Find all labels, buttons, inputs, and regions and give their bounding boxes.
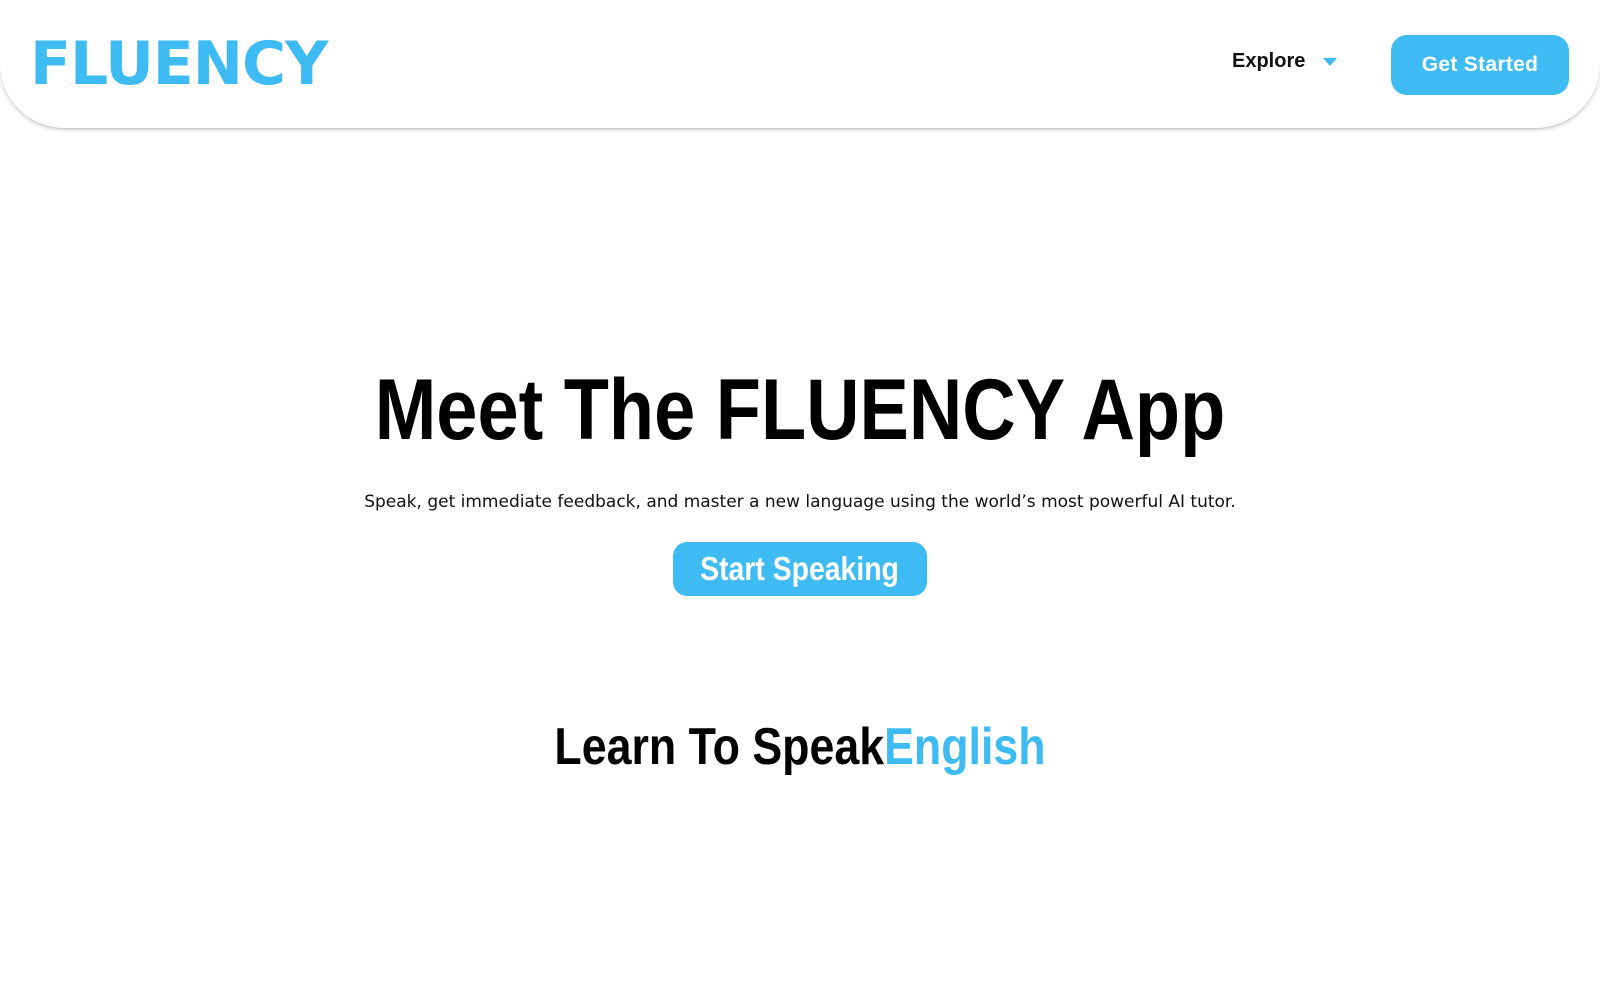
get-started-button[interactable]: Get Started [1391, 35, 1569, 95]
hero-subtitle: Speak, get immediate feedback, and maste… [364, 492, 1236, 512]
hero-title: Meet The FLUENCY App [374, 362, 1226, 458]
start-speaking-label: Start Speaking [700, 550, 900, 587]
chevron-down-icon [1323, 58, 1338, 66]
page: FLUENCY Explore Get Started Meet The FLU… [0, 0, 1600, 1000]
start-speaking-button[interactable]: Start Speaking [673, 542, 927, 596]
top-navbar: FLUENCY Explore Get Started [0, 0, 1600, 128]
learn-heading-language: English [884, 718, 1046, 776]
learn-heading: Learn To SpeakEnglish [112, 712, 1488, 782]
explore-label: Explore [1232, 50, 1306, 72]
learn-heading-prefix: Learn To Speak [554, 718, 885, 776]
fluency-logo[interactable]: FLUENCY [30, 24, 328, 104]
hero-cta-wrapper: Start Speaking [0, 542, 1600, 596]
explore-menu[interactable]: Explore [1232, 46, 1338, 76]
